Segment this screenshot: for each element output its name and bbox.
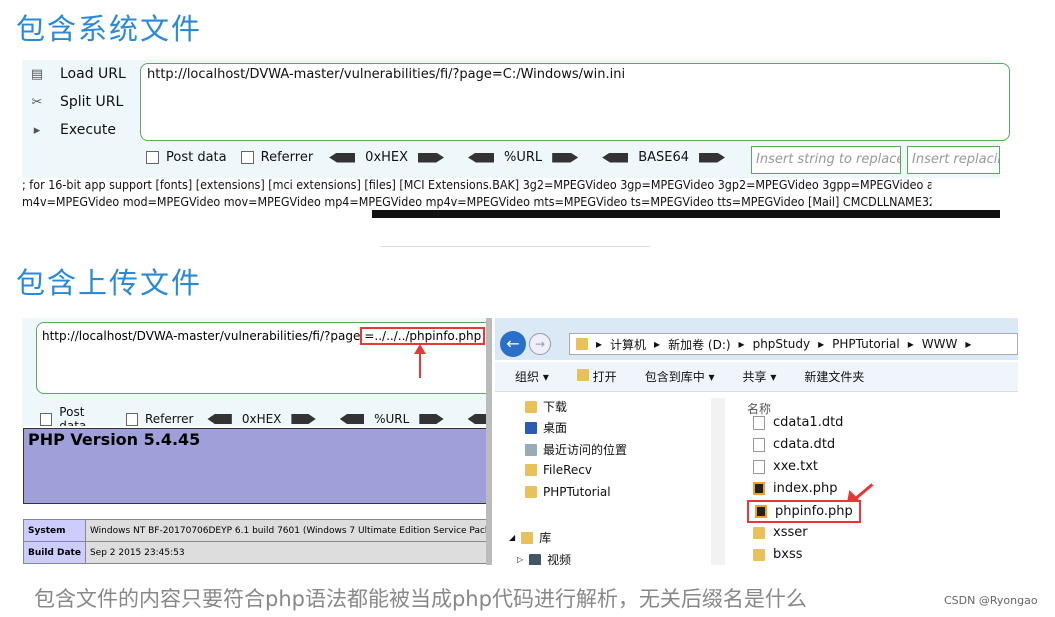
- file-item[interactable]: cdata1.dtd: [753, 415, 843, 430]
- sidebar-scrollbar[interactable]: [711, 398, 725, 565]
- url-decode-arrow[interactable]: [339, 414, 365, 424]
- file-item-highlighted[interactable]: phpinfo.php: [747, 500, 861, 523]
- load-url-icon: ▤: [30, 67, 44, 82]
- folder-icon: [576, 338, 588, 350]
- split-url-button[interactable]: ✂ Split URL: [28, 94, 124, 110]
- insert-string-input[interactable]: Insert string to replace: [751, 146, 901, 174]
- execute-button[interactable]: ▸ Execute: [28, 122, 116, 138]
- url-encode-arrow[interactable]: [419, 414, 444, 424]
- browser-screenshot: http://localhost/DVWA-master/vulnerabili…: [22, 318, 492, 565]
- include-library-button[interactable]: 包含到库中 ▾: [645, 368, 715, 385]
- sidebar-item-recent[interactable]: 最近访问的位置: [525, 441, 627, 458]
- caption: 包含文件的内容只要符合php语法都能被当成php代码进行解析，无关后缀名是什么: [34, 587, 807, 611]
- hex-encode-arrow[interactable]: [291, 414, 316, 424]
- sidebar-item-desktop[interactable]: 桌面: [525, 419, 567, 436]
- download-folder-icon: [525, 400, 537, 413]
- document-icon: [753, 415, 765, 430]
- url-input[interactable]: http://localhost/DVWA-master/vulnerabili…: [140, 63, 1010, 141]
- scrollbar[interactable]: [486, 318, 492, 565]
- section-title-system-file: 包含系统文件: [16, 12, 203, 46]
- output-line: ; for 16-bit app support [fonts] [extens…: [22, 178, 932, 192]
- folder-icon: [525, 464, 537, 476]
- breadcrumb-item[interactable]: WWW: [922, 337, 958, 351]
- forward-button[interactable]: →: [529, 333, 551, 355]
- red-arrow-shaft: [854, 483, 874, 500]
- video-icon: [529, 553, 542, 565]
- load-url-button[interactable]: ▤ Load URL: [28, 66, 126, 82]
- sidebar-item-videos[interactable]: ▷ 视频: [517, 551, 571, 565]
- url-encode-arrow[interactable]: [552, 152, 579, 163]
- hex-decode-arrow[interactable]: [207, 414, 232, 424]
- table-row: System Windows NT BF-20170706DEYP 6.1 bui…: [23, 519, 492, 542]
- play-icon: ▸: [33, 123, 41, 138]
- scrollbar[interactable]: [372, 210, 1000, 218]
- recent-places-icon: [525, 443, 537, 456]
- library-icon: [521, 531, 534, 544]
- referrer-checkbox[interactable]: [240, 151, 254, 164]
- folder-icon: [753, 548, 765, 561]
- url-input-2[interactable]: http://localhost/DVWA-master/vulnerabili…: [36, 322, 492, 394]
- divider: [380, 246, 650, 247]
- sidebar-item-phptutorial[interactable]: PHPTutorial: [525, 485, 611, 499]
- folder-icon: [525, 486, 537, 498]
- breadcrumb-item[interactable]: phpStudy: [753, 337, 811, 351]
- share-button[interactable]: 共享 ▾: [743, 368, 777, 385]
- base64-decode-arrow[interactable]: [602, 152, 629, 163]
- php-version-header: PHP Version 5.4.45: [23, 428, 491, 504]
- referrer-checkbox[interactable]: [125, 412, 138, 426]
- php-file-icon: [755, 505, 767, 518]
- folder-open-icon: [576, 369, 589, 381]
- highlighted-path: =../../../phpinfo.php: [360, 327, 486, 345]
- breadcrumb-item[interactable]: 新加卷 (D:): [668, 336, 730, 353]
- hex-decode-arrow[interactable]: [329, 152, 356, 163]
- open-button[interactable]: 打开: [576, 368, 617, 385]
- hex-encode-arrow[interactable]: [418, 152, 445, 163]
- text-file-icon: [753, 459, 765, 474]
- new-folder-button[interactable]: 新建文件夹: [804, 368, 864, 385]
- file-item[interactable]: index.php: [753, 481, 837, 496]
- phpinfo-table: System Windows NT BF-20170706DEYP 6.1 bui…: [23, 519, 492, 564]
- table-row: Build Date Sep 2 2015 23:45:53: [23, 541, 492, 564]
- folder-icon: [753, 526, 765, 539]
- file-explorer: ← → ▸ 计算机 ▸ 新加卷 (D:) ▸ phpStudy ▸ PHPTutoria…: [495, 318, 1018, 565]
- back-button[interactable]: ←: [500, 331, 526, 357]
- sidebar-item-filerecv[interactable]: FileRecv: [525, 463, 592, 477]
- post-data-checkbox[interactable]: [146, 151, 159, 164]
- sidebar-item-downloads[interactable]: 下载: [525, 398, 567, 415]
- watermark: CSDN @Ryongao: [944, 594, 1038, 607]
- base64-encode-arrow[interactable]: [699, 152, 726, 163]
- file-item[interactable]: bxss: [753, 547, 803, 562]
- desktop-icon: [525, 421, 537, 434]
- output-line: m4v=MPEGVideo mod=MPEGVideo mov=MPEGVide…: [22, 195, 932, 209]
- document-icon: [753, 437, 765, 452]
- file-item[interactable]: xxe.txt: [753, 459, 818, 474]
- scissors-icon: ✂: [31, 95, 43, 110]
- breadcrumb-item[interactable]: PHPTutorial: [832, 337, 900, 351]
- organize-button[interactable]: 组织 ▾: [515, 368, 549, 385]
- red-arrow-shaft: [419, 350, 421, 378]
- breadcrumb-item[interactable]: 计算机: [610, 336, 646, 353]
- file-item[interactable]: cdata.dtd: [753, 437, 835, 452]
- url-decode-arrow[interactable]: [468, 152, 495, 163]
- file-item[interactable]: xsser: [753, 525, 808, 540]
- sidebar-item-library[interactable]: ◢ 库: [509, 529, 551, 546]
- section-title-upload-file: 包含上传文件: [16, 266, 203, 300]
- insert-replacing-input[interactable]: Insert replacing string: [907, 146, 1000, 174]
- php-file-icon: [753, 482, 765, 495]
- post-data-checkbox[interactable]: [40, 412, 53, 426]
- address-bar[interactable]: ▸ 计算机 ▸ 新加卷 (D:) ▸ phpStudy ▸ PHPTutorial ▸ W…: [569, 333, 1018, 355]
